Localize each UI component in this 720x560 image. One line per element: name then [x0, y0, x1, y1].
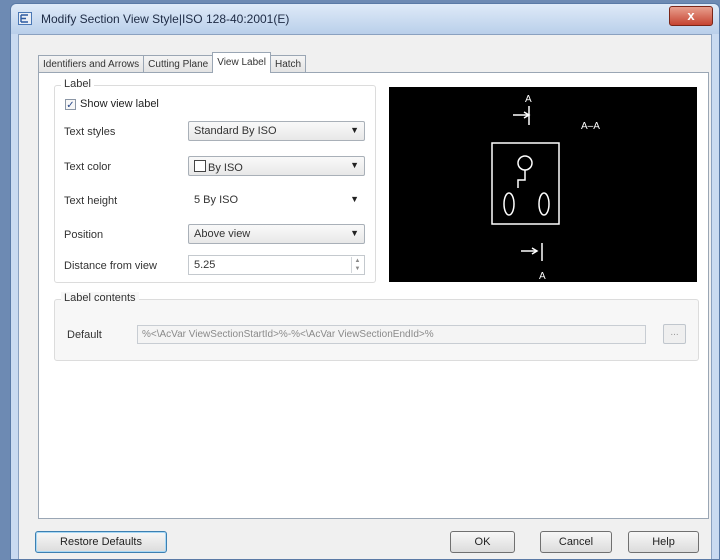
default-label: Default	[67, 329, 102, 341]
chevron-down-icon: ▼	[350, 160, 359, 170]
section-preview: A A–A A	[389, 87, 697, 282]
show-view-label-row[interactable]: ✓ Show view label	[65, 98, 159, 111]
section-hole-circle	[517, 155, 533, 171]
label-group-legend: Label	[61, 78, 94, 90]
cancel-button[interactable]: Cancel	[540, 531, 612, 553]
default-contents-value: %<\AcVar ViewSectionStartId>%-%<\AcVar V…	[142, 329, 434, 340]
tab-cutting-plane[interactable]: Cutting Plane	[143, 55, 214, 73]
distance-value: 5.25	[194, 259, 216, 271]
tab-strip: Identifiers and Arrows Cutting Plane Vie…	[38, 52, 307, 73]
distance-label: Distance from view	[64, 260, 157, 272]
section-view-frame	[491, 142, 560, 225]
section-right-ellipse	[538, 192, 550, 216]
chevron-down-icon: ▼	[350, 194, 359, 204]
show-view-label-checkbox[interactable]: ✓	[65, 98, 76, 111]
preview-top-letter: A	[525, 94, 532, 105]
text-style-value: Standard By ISO	[194, 125, 277, 137]
preview-bottom-letter: A	[539, 271, 546, 282]
text-color-label: Text color	[64, 161, 112, 173]
text-height-combo[interactable]: 5 By ISO ▼	[188, 190, 365, 210]
tab-identifiers-and-arrows[interactable]: Identifiers and Arrows	[38, 55, 145, 73]
close-button[interactable]: x	[669, 6, 713, 26]
text-style-dropdown[interactable]: Standard By ISO ▼	[188, 121, 365, 141]
ok-button[interactable]: OK	[450, 531, 515, 553]
window-title: Modify Section View Style|ISO 128-40:200…	[41, 12, 290, 26]
show-view-label-text: Show view label	[80, 98, 159, 110]
label-contents-legend: Label contents	[61, 292, 139, 304]
label-contents-group: Label contents Default %<\AcVar ViewSect…	[54, 292, 699, 361]
text-height-label: Text height	[64, 195, 118, 207]
tab-page-view-label: Label ✓ Show view label Text styles Stan…	[38, 72, 709, 519]
ellipsis-button[interactable]: ...	[663, 324, 686, 344]
color-swatch	[194, 160, 206, 172]
text-style-label: Text styles	[64, 126, 116, 138]
dialog-client: Identifiers and Arrows Cutting Plane Vie…	[18, 34, 712, 559]
app-icon	[18, 12, 32, 25]
tab-view-label[interactable]: View Label	[212, 52, 271, 73]
distance-spinner[interactable]: 5.25 ▲ ▼	[188, 255, 365, 275]
text-height-value: 5 By ISO	[194, 194, 239, 206]
dialog-window: Modify Section View Style|ISO 128-40:200…	[10, 3, 720, 560]
position-label: Position	[64, 229, 104, 241]
chevron-down-icon: ▼	[350, 228, 359, 238]
position-dropdown[interactable]: Above view ▼	[188, 224, 365, 244]
help-button[interactable]: Help	[628, 531, 699, 553]
close-icon: x	[687, 8, 695, 23]
tab-hatch[interactable]: Hatch	[269, 55, 307, 73]
chevron-down-icon: ▼	[350, 125, 359, 135]
spinner-arrows-icon[interactable]: ▲ ▼	[351, 257, 363, 273]
section-left-ellipse	[503, 192, 515, 216]
default-contents-field[interactable]: %<\AcVar ViewSectionStartId>%-%<\AcVar V…	[137, 325, 646, 344]
label-group: Label ✓ Show view label Text styles Stan…	[54, 78, 376, 283]
text-color-value: By ISO	[208, 162, 243, 174]
title-bar[interactable]: Modify Section View Style|ISO 128-40:200…	[11, 4, 719, 34]
restore-defaults-button[interactable]: Restore Defaults	[35, 531, 167, 553]
position-value: Above view	[194, 228, 251, 240]
preview-section-label: A–A	[581, 121, 600, 132]
text-color-dropdown[interactable]: By ISO ▼	[188, 156, 365, 176]
